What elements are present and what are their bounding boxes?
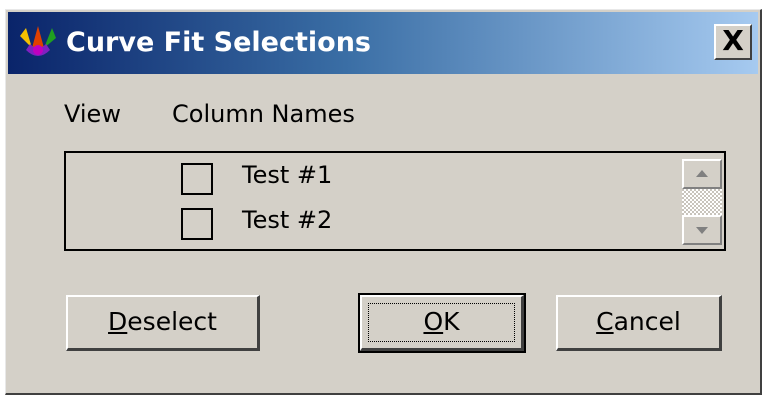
ok-mnemonic: O: [423, 307, 444, 336]
curve-fit-dialog: Curve Fit Selections X View Column Names…: [5, 9, 762, 395]
ok-button[interactable]: OK: [358, 293, 526, 353]
scroll-down-arrow-icon: [696, 227, 708, 234]
column-label: Test #2: [242, 206, 333, 234]
cancel-mnemonic: C: [596, 307, 614, 336]
deselect-mnemonic: D: [108, 307, 128, 336]
scrollbar-track[interactable]: [682, 189, 722, 215]
column-label: Test #1: [242, 161, 333, 189]
dialog-title: Curve Fit Selections: [66, 27, 372, 58]
scroll-down-button[interactable]: [682, 215, 722, 245]
deselect-button[interactable]: Deselect: [66, 295, 260, 351]
vertical-scrollbar[interactable]: [682, 159, 722, 245]
scroll-up-button[interactable]: [682, 159, 722, 189]
cancel-label: ancel: [613, 307, 681, 336]
list-item[interactable]: Test #1: [66, 158, 666, 198]
column-checkbox[interactable]: [181, 163, 213, 195]
view-header: View: [64, 100, 121, 128]
scroll-up-arrow-icon: [696, 170, 708, 177]
close-button[interactable]: X: [714, 24, 752, 60]
list-item[interactable]: Test #2: [66, 203, 666, 243]
title-bar[interactable]: Curve Fit Selections X: [8, 12, 758, 74]
deselect-label: eselect: [127, 307, 217, 336]
column-checkbox[interactable]: [181, 208, 213, 240]
ok-label: K: [443, 307, 460, 336]
curve-fit-app-icon: [20, 26, 56, 56]
cancel-button[interactable]: Cancel: [556, 295, 722, 351]
column-list: Test #1 Test #2: [64, 151, 726, 251]
column-names-header: Column Names: [172, 100, 355, 128]
